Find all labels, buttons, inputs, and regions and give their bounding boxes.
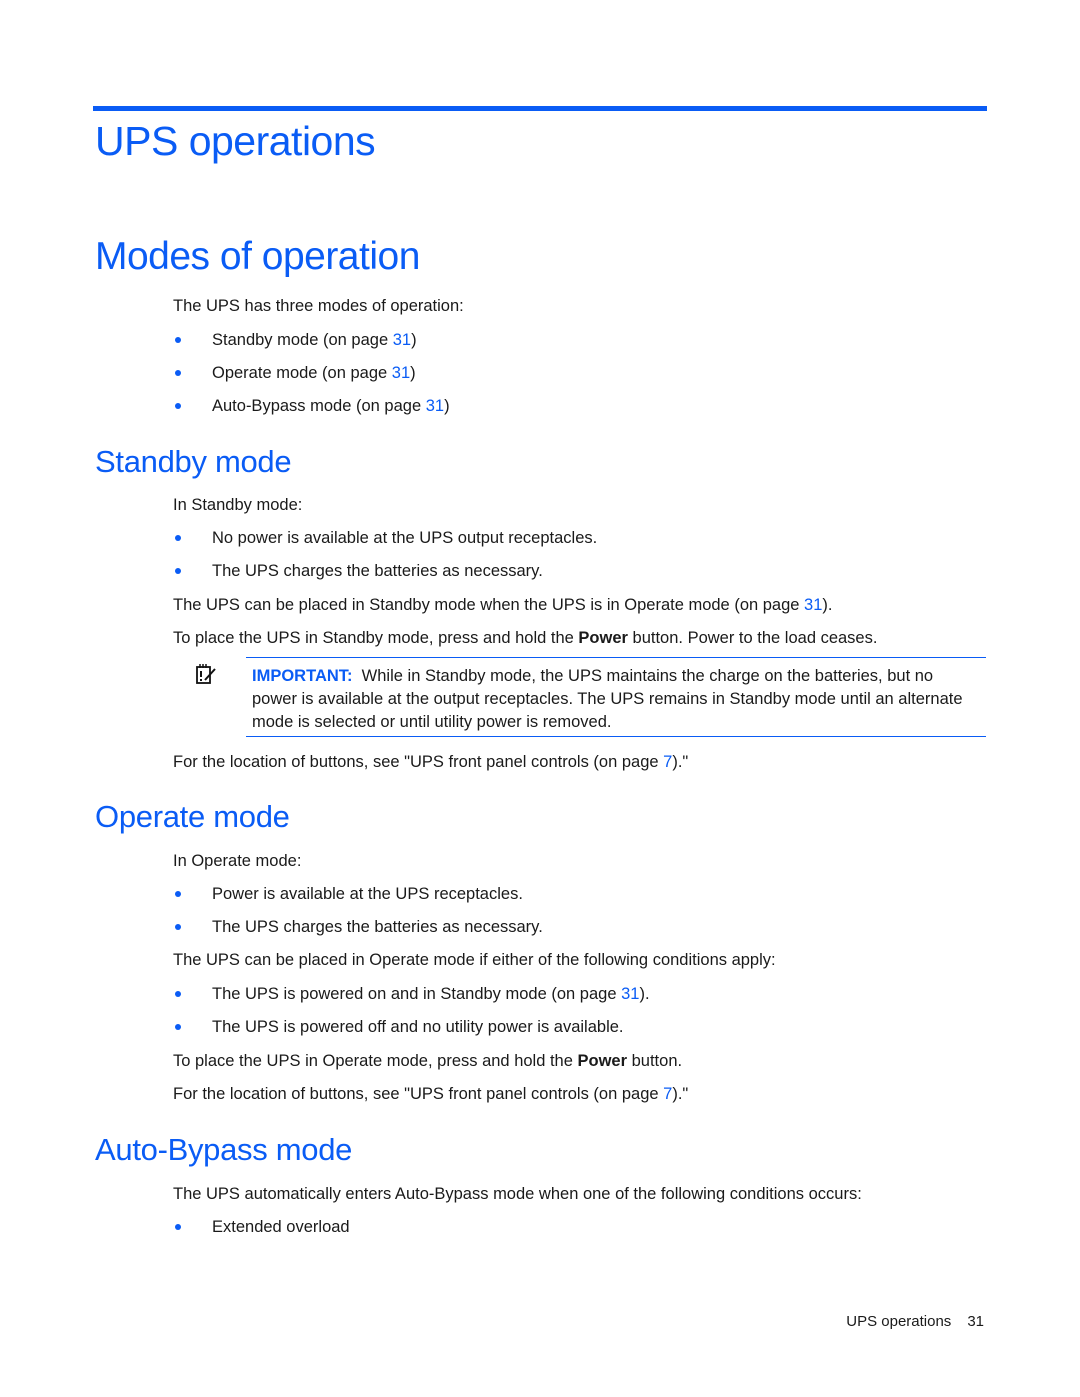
chapter-rule (93, 106, 987, 111)
bullet-icon (175, 991, 181, 997)
operate-conditions-intro: The UPS can be placed in Operate mode if… (173, 951, 776, 969)
chapter-title: UPS operations (95, 118, 376, 164)
page-link[interactable]: 7 (663, 1085, 672, 1103)
page-footer: UPS operations 31 (846, 1313, 984, 1330)
bullet-icon (175, 403, 181, 409)
note-label: IMPORTANT: (252, 667, 353, 685)
section-title-modes: Modes of operation (95, 235, 420, 278)
page-link[interactable]: 31 (804, 596, 822, 614)
important-notepad-icon (195, 663, 217, 685)
page-link[interactable]: 31 (393, 331, 411, 349)
operate-location-paragraph: For the location of buttons, see "UPS fr… (173, 1085, 689, 1103)
page-link[interactable]: 31 (426, 397, 444, 415)
page-link[interactable]: 31 (392, 364, 410, 382)
autobypass-intro: The UPS automatically enters Auto-Bypass… (173, 1185, 862, 1203)
standby-paragraph: The UPS can be placed in Standby mode wh… (173, 596, 833, 614)
bullet-icon (175, 568, 181, 574)
bullet-icon (175, 370, 181, 376)
page-link[interactable]: 7 (663, 753, 672, 771)
modes-intro: The UPS has three modes of operation: (173, 297, 464, 315)
important-note: IMPORTANT: While in Standby mode, the UP… (246, 657, 986, 737)
subsection-title-autobypass: Auto-Bypass mode (95, 1132, 353, 1167)
bullet-icon (175, 535, 181, 541)
note-body: While in Standby mode, the UPS maintains… (252, 667, 968, 731)
page-link[interactable]: 31 (621, 985, 639, 1003)
bullet-icon (175, 891, 181, 897)
document-page: UPS operations Modes of operation The UP… (0, 0, 1080, 1397)
footer-page-number: 31 (967, 1313, 984, 1330)
bullet-icon (175, 1024, 181, 1030)
operate-instruction: To place the UPS in Operate mode, press … (173, 1052, 683, 1070)
standby-location-paragraph: For the location of buttons, see "UPS fr… (173, 753, 689, 771)
subsection-title-operate: Operate mode (95, 799, 290, 834)
standby-instruction: To place the UPS in Standby mode, press … (173, 629, 878, 647)
standby-intro: In Standby mode: (173, 496, 303, 514)
bullet-icon (175, 1224, 181, 1230)
operate-intro: In Operate mode: (173, 852, 302, 870)
subsection-title-standby: Standby mode (95, 444, 292, 479)
bullet-icon (175, 337, 181, 343)
footer-section: UPS operations (846, 1313, 952, 1330)
bullet-icon (175, 924, 181, 930)
